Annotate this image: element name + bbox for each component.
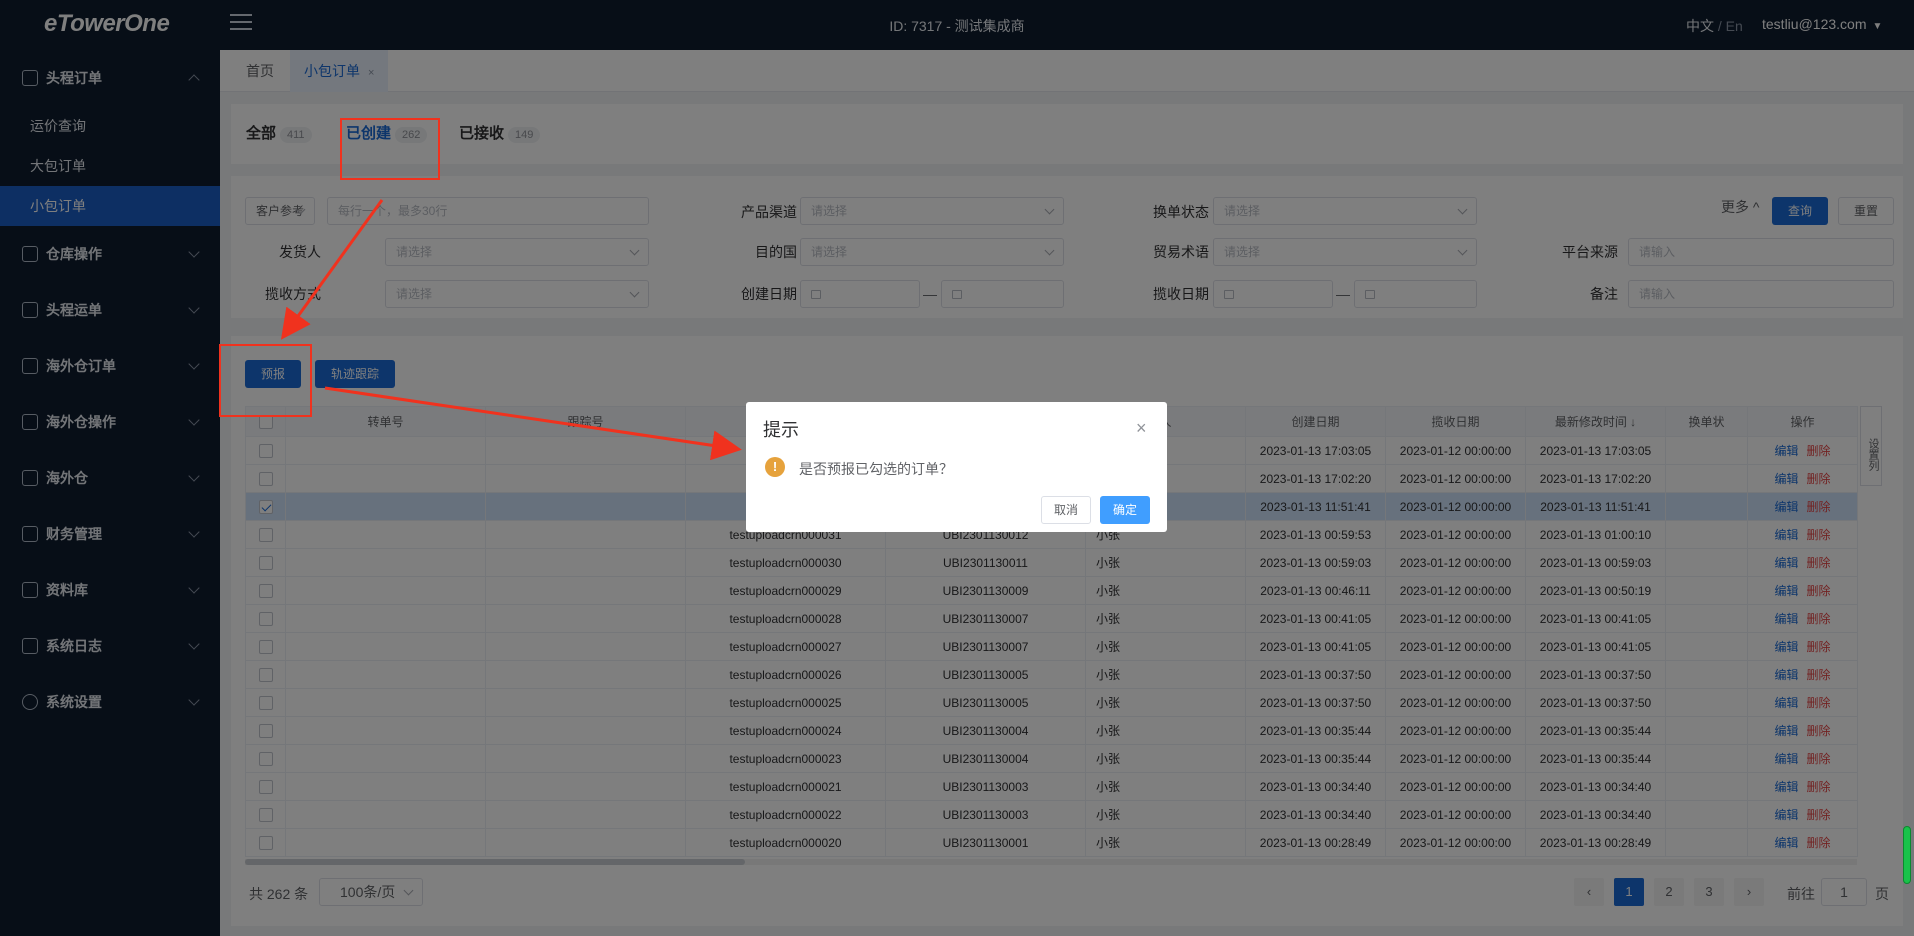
close-icon[interactable]: × [1136, 418, 1147, 439]
arrow-to-predeclare [280, 199, 384, 340]
warning-icon: ! [765, 457, 785, 477]
confirm-button[interactable]: 确定 [1100, 496, 1150, 524]
arrow-to-dialog [324, 386, 742, 461]
page-scroll-indicator[interactable] [1903, 826, 1911, 884]
confirm-dialog: 提示 × ! 是否预报已勾选的订单？ 取消 确定 [746, 402, 1167, 532]
cancel-button[interactable]: 取消 [1041, 496, 1091, 524]
dialog-message: 是否预报已勾选的订单？ [799, 461, 953, 477]
dialog-title: 提示 [763, 420, 799, 440]
